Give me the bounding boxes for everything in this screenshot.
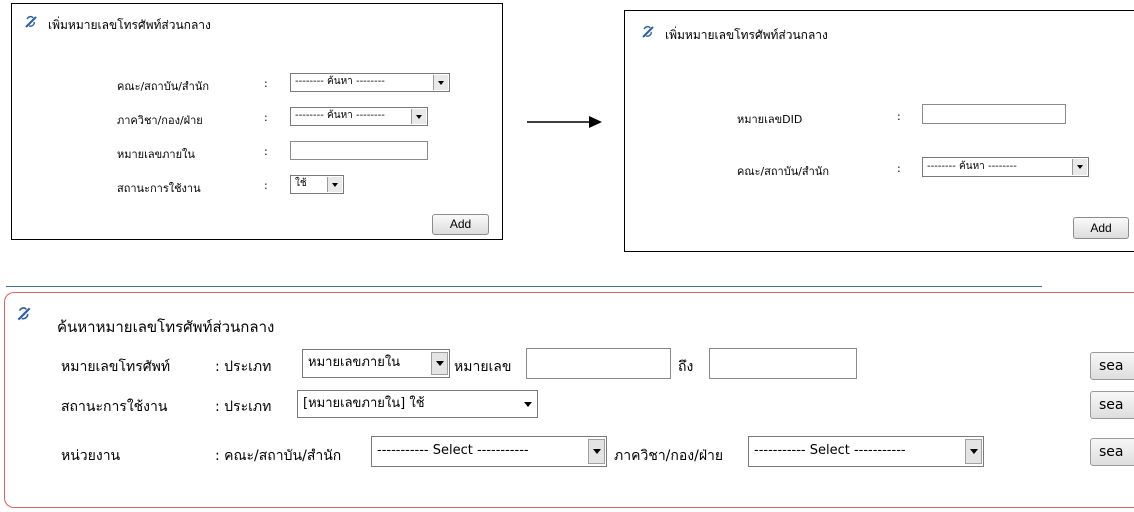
- faculty-label: คณะ/สถาบัน/สำนัก: [737, 165, 830, 178]
- panel-title: เพิ่มหมายเลขโทรศัพท์ส่วนกลาง: [665, 28, 828, 42]
- faculty-label: : คณะ/สถาบัน/สำนัก: [215, 448, 342, 464]
- usage-status-select[interactable]: [หมายเลขภายใน] ใช้: [297, 390, 538, 418]
- did-label: หมายเลขDID: [737, 113, 803, 126]
- phone-type-select-value: หมายเลขภายใน: [308, 355, 401, 370]
- add-button[interactable]: Add: [432, 214, 489, 235]
- number-to-input[interactable]: [709, 348, 857, 379]
- chevron-down-icon: [327, 177, 342, 192]
- number-label: หมายเลข: [454, 359, 512, 375]
- status-colon: :: [264, 179, 268, 192]
- search-button[interactable]: sea: [1090, 391, 1134, 419]
- type-label: : ประเภท: [215, 399, 272, 415]
- faculty-colon: :: [264, 77, 268, 90]
- faculty-select[interactable]: -------- ค้นหา --------: [922, 157, 1089, 177]
- chevron-down-icon: [965, 439, 982, 464]
- department-label: ภาควิชา/กอง/ฝ่าย: [117, 114, 203, 127]
- unit-label: หน่วยงาน: [61, 448, 121, 464]
- chevron-down-icon: [519, 393, 536, 415]
- chevron-down-icon: [411, 109, 426, 124]
- did-input[interactable]: [922, 104, 1066, 124]
- extension-label: หมายเลขภายใน: [117, 148, 195, 161]
- chevron-down-icon: [1072, 159, 1087, 175]
- add-phone-panel-right: เพิ่มหมายเลขโทรศัพท์ส่วนกลาง หมายเลขDID …: [624, 10, 1134, 252]
- status-label: สถานะการใช้งาน: [117, 182, 201, 195]
- phone-logo-icon: [642, 25, 654, 38]
- usage-status-select-value: [หมายเลขภายใน] ใช้: [303, 396, 425, 411]
- status-select-value: ใช้: [295, 178, 307, 189]
- department-select[interactable]: -------- ค้นหา --------: [290, 107, 428, 126]
- chevron-down-icon: [431, 352, 448, 375]
- arrow-right-icon: [527, 116, 602, 128]
- search-button[interactable]: sea: [1090, 352, 1134, 380]
- extension-input[interactable]: [290, 141, 428, 160]
- chevron-down-icon: [433, 75, 448, 90]
- panel-title: เพิ่มหมายเลขโทรศัพท์ส่วนกลาง: [48, 18, 211, 32]
- extension-colon: :: [264, 145, 268, 158]
- did-colon: :: [897, 110, 901, 123]
- faculty-select-value: ----------- Select -----------: [377, 443, 529, 458]
- phone-logo-icon: [25, 15, 37, 28]
- section-divider: [6, 286, 1042, 287]
- phone-logo-icon: [17, 307, 31, 321]
- chevron-down-icon: [588, 439, 605, 464]
- usage-status-label: สถานะการใช้งาน: [61, 399, 168, 415]
- department-select[interactable]: ----------- Select -----------: [748, 436, 984, 467]
- number-from-input[interactable]: [526, 348, 671, 379]
- department-select-value: ----------- Select -----------: [754, 443, 906, 458]
- search-title: ค้นหาหมายเลขโทรศัพท์ส่วนกลาง: [57, 318, 275, 336]
- department-select-value: -------- ค้นหา --------: [295, 110, 385, 121]
- phone-number-label: หมายเลขโทรศัพท์: [61, 359, 171, 375]
- department-colon: :: [264, 111, 268, 124]
- type-label: : ประเภท: [215, 359, 272, 375]
- to-label: ถึง: [678, 359, 694, 375]
- faculty-select[interactable]: ----------- Select -----------: [371, 436, 607, 467]
- faculty-label: คณะ/สถาบัน/สำนัก: [117, 80, 210, 93]
- add-phone-panel-left: เพิ่มหมายเลขโทรศัพท์ส่วนกลาง คณะ/สถาบัน/…: [11, 3, 503, 240]
- add-button[interactable]: Add: [1073, 217, 1129, 239]
- search-panel: ค้นหาหมายเลขโทรศัพท์ส่วนกลาง หมายเลขโทรศ…: [4, 292, 1134, 508]
- department-label: ภาควิชา/กอง/ฝ่าย: [614, 448, 724, 464]
- faculty-select[interactable]: -------- ค้นหา --------: [290, 73, 450, 92]
- faculty-select-value: -------- ค้นหา --------: [927, 161, 1017, 172]
- faculty-colon: :: [897, 162, 901, 175]
- phone-type-select[interactable]: หมายเลขภายใน: [302, 349, 450, 378]
- status-select[interactable]: ใช้: [290, 175, 344, 194]
- search-button[interactable]: sea: [1090, 438, 1134, 466]
- faculty-select-value: -------- ค้นหา --------: [295, 76, 385, 87]
